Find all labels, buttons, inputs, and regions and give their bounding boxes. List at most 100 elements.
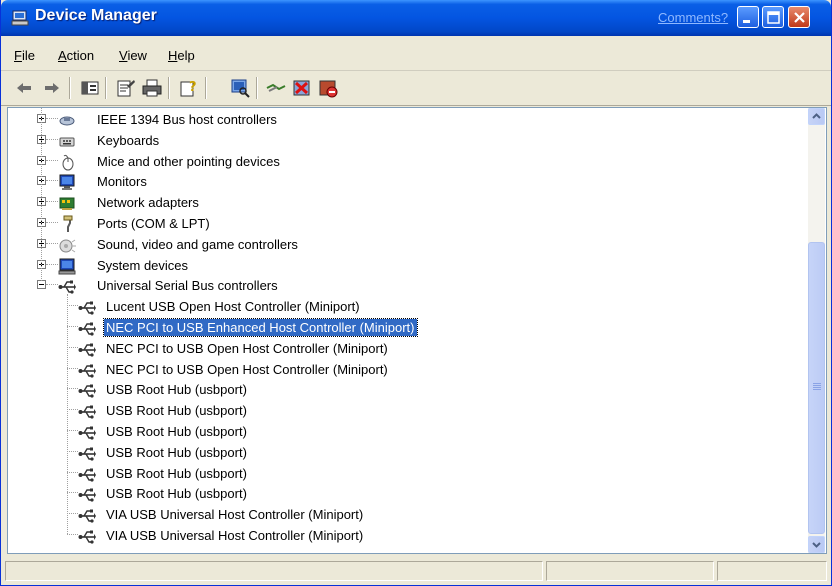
usb-device-row[interactable]: USB Root Hub (usbport) xyxy=(8,401,788,420)
tree-category-label[interactable]: Network adapters xyxy=(95,194,201,211)
tree-category-label[interactable]: Keyboards xyxy=(95,132,161,149)
menu-file[interactable]: File xyxy=(14,48,35,63)
tree-category-label[interactable]: Monitors xyxy=(95,173,149,190)
tree-category-row[interactable]: Sound, video and game controllers xyxy=(8,235,788,254)
help-icon[interactable]: ? xyxy=(178,77,200,99)
network-adapter-icon xyxy=(59,197,75,211)
usb-device-row[interactable]: USB Root Hub (usbport) xyxy=(8,380,788,399)
tree-category-label[interactable]: Sound, video and game controllers xyxy=(95,236,300,253)
usb-device-label[interactable]: VIA USB Universal Host Controller (Minip… xyxy=(104,506,365,523)
maximize-icon xyxy=(767,11,780,24)
update-driver-icon[interactable] xyxy=(265,77,287,99)
tree-category-row[interactable]: Monitors xyxy=(8,172,788,191)
usb-device-label[interactable]: NEC PCI to USB Open Host Controller (Min… xyxy=(104,340,390,357)
uninstall-icon[interactable] xyxy=(291,77,313,99)
usb-device-label[interactable]: VIA USB Universal Host Controller (Minip… xyxy=(104,527,365,544)
tree-connector xyxy=(46,242,58,245)
minimize-button[interactable] xyxy=(737,6,759,28)
tree-category-row[interactable]: Universal Serial Bus controllers xyxy=(8,276,788,295)
system-icon xyxy=(58,258,76,275)
usb-icon xyxy=(78,343,96,357)
close-button[interactable] xyxy=(788,6,810,28)
window-title: Device Manager xyxy=(35,7,157,24)
forward-arrow-icon[interactable] xyxy=(41,77,63,99)
usb-device-row[interactable]: NEC PCI to USB Open Host Controller (Min… xyxy=(8,339,788,358)
tree-category-row[interactable]: IEEE 1394 Bus host controllers xyxy=(8,110,788,129)
back-arrow-icon[interactable] xyxy=(13,77,35,99)
device-manager-icon xyxy=(11,10,29,26)
scroll-down-button[interactable] xyxy=(808,536,825,553)
toolbar-separator xyxy=(69,77,71,99)
usb-icon xyxy=(78,322,96,336)
tree-category-label[interactable]: Universal Serial Bus controllers xyxy=(95,277,280,294)
scroll-up-button[interactable] xyxy=(808,108,825,125)
ieee1394-icon xyxy=(59,116,75,126)
chevron-up-icon xyxy=(812,113,821,119)
tree-category-label[interactable]: IEEE 1394 Bus host controllers xyxy=(95,111,279,128)
scroll-thumb[interactable] xyxy=(808,242,825,534)
usb-device-row[interactable]: NEC PCI to USB Open Host Controller (Min… xyxy=(8,360,788,379)
usb-device-row[interactable]: VIA USB Universal Host Controller (Minip… xyxy=(8,505,788,524)
tree-connector xyxy=(46,284,58,286)
thumb-grip xyxy=(813,387,821,388)
tree-connector xyxy=(46,263,58,266)
tree-category-row[interactable]: Network adapters xyxy=(8,193,788,212)
collapse-toggle[interactable] xyxy=(37,280,46,290)
usb-icon xyxy=(78,468,96,482)
usb-device-label[interactable]: NEC PCI to USB Enhanced Host Controller … xyxy=(103,318,418,337)
toolbar-separator xyxy=(168,77,170,99)
close-icon xyxy=(794,12,805,23)
usb-icon xyxy=(78,405,96,419)
usb-device-row[interactable]: USB Root Hub (usbport) xyxy=(8,443,788,462)
scan-hardware-icon[interactable] xyxy=(229,77,251,99)
comments-link[interactable]: Comments? xyxy=(658,10,728,25)
usb-icon xyxy=(78,301,96,315)
port-icon xyxy=(63,215,73,232)
usb-device-label[interactable]: USB Root Hub (usbport) xyxy=(104,465,249,482)
tree-connector xyxy=(41,108,43,282)
tree-category-label[interactable]: Ports (COM & LPT) xyxy=(95,215,212,232)
tree-category-row[interactable]: System devices xyxy=(8,256,788,275)
usb-device-row[interactable]: USB Root Hub (usbport) xyxy=(8,422,788,441)
title-bar[interactable]: Device Manager Comments? xyxy=(1,0,831,36)
show-hide-tree-icon[interactable] xyxy=(79,77,101,99)
usb-device-row[interactable]: NEC PCI to USB Enhanced Host Controller … xyxy=(8,318,788,337)
menu-action[interactable]: Action xyxy=(58,48,94,63)
usb-device-label[interactable]: USB Root Hub (usbport) xyxy=(104,402,249,419)
usb-device-label[interactable]: USB Root Hub (usbport) xyxy=(104,485,249,502)
monitor-icon xyxy=(59,174,75,191)
usb-device-label[interactable]: USB Root Hub (usbport) xyxy=(104,381,249,398)
usb-device-label[interactable]: Lucent USB Open Host Controller (Minipor… xyxy=(104,298,362,315)
maximize-button[interactable] xyxy=(762,6,784,28)
tree-category-row[interactable]: Ports (COM & LPT) xyxy=(8,214,788,233)
svg-text:?: ? xyxy=(189,80,197,95)
usb-device-label[interactable]: USB Root Hub (usbport) xyxy=(104,444,249,461)
minimize-icon xyxy=(743,20,750,23)
menu-view[interactable]: View xyxy=(119,48,147,63)
tree-connector xyxy=(46,159,58,162)
status-pane-3 xyxy=(717,561,827,581)
vertical-scrollbar[interactable] xyxy=(808,108,825,553)
tree-category-row[interactable]: Keyboards xyxy=(8,131,788,150)
thumb-grip xyxy=(813,389,821,390)
usb-device-row[interactable]: USB Root Hub (usbport) xyxy=(8,464,788,483)
chevron-down-icon xyxy=(812,542,821,548)
disable-device-icon[interactable] xyxy=(317,77,339,99)
menu-help[interactable]: Help xyxy=(168,48,195,63)
toolbar: ? xyxy=(1,71,831,106)
device-tree: IEEE 1394 Bus host controllers Keyboards M… xyxy=(7,107,827,554)
usb-device-row[interactable]: Lucent USB Open Host Controller (Minipor… xyxy=(8,297,788,316)
tree-category-label[interactable]: System devices xyxy=(95,257,190,274)
tree-connector xyxy=(46,138,58,141)
tree-category-row[interactable]: Mice and other pointing devices xyxy=(8,152,788,171)
tree-connector xyxy=(67,534,78,536)
print-icon[interactable] xyxy=(141,77,163,99)
usb-device-label[interactable]: USB Root Hub (usbport) xyxy=(104,423,249,440)
usb-device-label[interactable]: NEC PCI to USB Open Host Controller (Min… xyxy=(104,361,390,378)
tree-category-label[interactable]: Mice and other pointing devices xyxy=(95,153,282,170)
properties-icon[interactable] xyxy=(115,77,137,99)
menu-bar: File Action View Help xyxy=(1,36,831,71)
usb-icon xyxy=(78,509,96,523)
usb-device-row[interactable]: USB Root Hub (usbport) xyxy=(8,484,788,503)
usb-device-row[interactable]: VIA USB Universal Host Controller (Minip… xyxy=(8,526,788,545)
